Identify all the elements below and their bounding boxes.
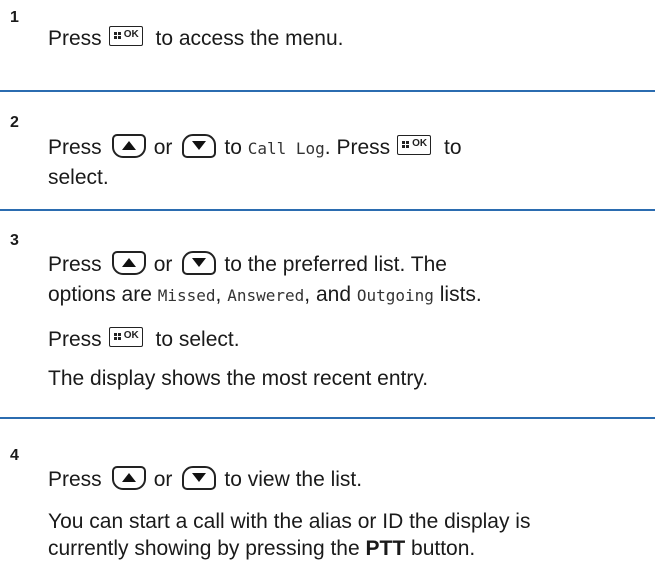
step-number: 4 (10, 447, 19, 464)
step-divider (0, 417, 655, 419)
text-fragment: to (444, 136, 462, 159)
text-fragment: to view the list. (224, 468, 363, 491)
step-divider (0, 209, 655, 211)
step-text-line: You can start a call with the alias or I… (48, 510, 531, 533)
step-text: Press or to the preferred list. The (48, 251, 447, 279)
text-fragment: options are (48, 283, 152, 306)
nav-down-icon (182, 466, 217, 490)
menu-item-name: Call Log (247, 139, 325, 158)
list-option-outgoing: Outgoing (356, 286, 434, 305)
step-text: currently showing by pressing the PTT bu… (48, 535, 475, 563)
text-fragment: Press (48, 27, 102, 50)
step-text: Press OK to select. (48, 326, 240, 354)
text-fragment: or (153, 136, 173, 159)
menu-ok-icon: OK (108, 327, 143, 347)
step-text: Press OK to access the menu. (48, 25, 343, 53)
text-fragment: to select. (155, 328, 240, 351)
text-fragment: to access the menu. (155, 27, 344, 50)
text-fragment: or (153, 468, 173, 491)
step-divider (0, 90, 655, 92)
text-fragment: or (153, 253, 173, 276)
text-fragment: to the preferred list. The (224, 253, 447, 276)
text-fragment: , and (304, 283, 352, 306)
text-fragment: , (215, 283, 222, 306)
ptt-button-label: PTT (365, 537, 406, 560)
nav-down-icon (182, 251, 217, 275)
text-fragment: currently showing by pressing the (48, 537, 360, 560)
step-text-line: The display shows the most recent entry. (48, 367, 429, 390)
step-text: Press or to Call Log. Press OK to (48, 134, 462, 163)
nav-up-icon (111, 251, 146, 275)
text-fragment: lists. (439, 283, 482, 306)
nav-up-icon (111, 134, 146, 158)
text-fragment: Press (48, 328, 102, 351)
menu-ok-icon: OK (108, 26, 143, 46)
list-option-missed: Missed (157, 286, 216, 305)
step-number: 3 (10, 232, 19, 249)
nav-down-icon (182, 134, 217, 158)
text-fragment: Press (48, 136, 102, 159)
nav-up-icon (111, 466, 146, 490)
step-text: options are Missed, Answered, and Outgoi… (48, 281, 482, 310)
text-fragment: to (224, 136, 242, 159)
text-fragment: . Press (324, 136, 391, 159)
step-text: Press or to view the list. (48, 466, 362, 494)
step-number: 1 (10, 9, 19, 26)
step-number: 2 (10, 114, 19, 131)
list-option-answered: Answered (227, 286, 305, 305)
step-text-line: select. (48, 166, 109, 189)
text-fragment: Press (48, 468, 102, 491)
text-fragment: button. (411, 537, 476, 560)
text-fragment: Press (48, 253, 102, 276)
menu-ok-icon: OK (397, 135, 432, 155)
